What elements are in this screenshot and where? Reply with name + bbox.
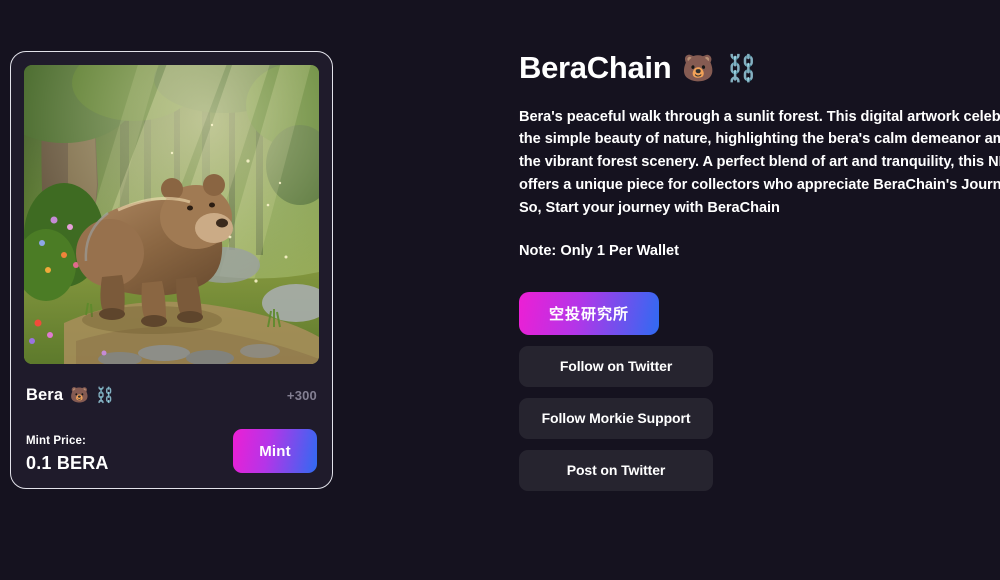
- card-title-row: Bera 🐻 ⛓️ +300: [24, 386, 319, 405]
- mint-price-block: Mint Price: 0.1 BERA: [26, 435, 109, 474]
- page-title: BeraChain 🐻 ⛓️: [519, 50, 1000, 86]
- chains-emoji: ⛓️: [725, 52, 758, 83]
- page-title-text: BeraChain: [519, 50, 672, 85]
- airdrop-research-button[interactable]: 空投研究所: [519, 291, 659, 335]
- nft-mint-page: Bera 🐻 ⛓️ +300 Mint Price: 0.1 BERA Mint…: [0, 0, 1000, 580]
- card-bottom-row: Mint Price: 0.1 BERA Mint: [24, 429, 319, 474]
- follow-morkie-support-button[interactable]: Follow Morkie Support: [519, 397, 713, 439]
- chains-emoji: ⛓️: [95, 387, 115, 404]
- wallet-limit-note: Note: Only 1 Per Wallet: [519, 242, 680, 259]
- mint-price-value: 0.1 BERA: [26, 453, 109, 473]
- nft-card[interactable]: Bera 🐻 ⛓️ +300 Mint Price: 0.1 BERA Mint: [10, 51, 333, 489]
- mint-price-label: Mint Price:: [26, 435, 86, 447]
- card-title-text: Bera: [26, 386, 64, 404]
- bear-in-sunlit-forest-illustration: [24, 65, 319, 364]
- nft-artwork: [24, 65, 319, 364]
- action-button-group: 空投研究所 Follow on Twitter Follow Morkie Su…: [519, 291, 713, 491]
- nft-detail-panel: BeraChain 🐻 ⛓️ Bera's peaceful walk thro…: [519, 50, 1000, 491]
- follow-on-twitter-button[interactable]: Follow on Twitter: [519, 345, 713, 387]
- points-badge: +300: [286, 388, 317, 403]
- mint-button[interactable]: Mint: [233, 429, 317, 473]
- bear-emoji: 🐻: [682, 52, 715, 83]
- bear-emoji: 🐻: [70, 387, 89, 404]
- nft-description: Bera's peaceful walk through a sunlit fo…: [519, 108, 1000, 216]
- post-on-twitter-button[interactable]: Post on Twitter: [519, 449, 713, 491]
- card-title: Bera 🐻 ⛓️: [26, 386, 115, 405]
